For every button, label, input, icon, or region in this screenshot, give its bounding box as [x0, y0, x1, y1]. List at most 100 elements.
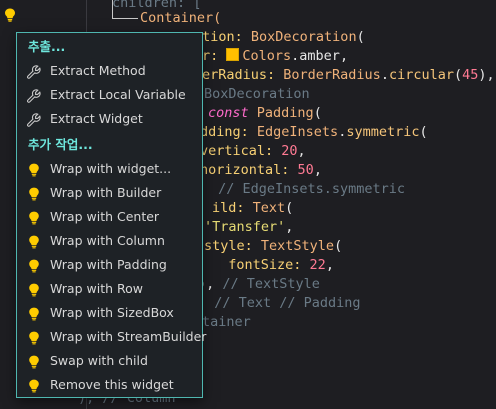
code-token: , — [297, 143, 306, 159]
menu-item[interactable]: Swap with child — [18, 350, 201, 372]
wrench-icon — [26, 88, 41, 103]
code-line: r: Colors.amber, — [202, 47, 348, 66]
menu-item-label: Remove this widget — [50, 377, 174, 392]
code-token: // Text // Padding — [214, 295, 361, 311]
code-token: circular — [388, 67, 454, 83]
menu-item-label: Wrap with Column — [50, 233, 165, 248]
menu-item-label: Extract Method — [50, 63, 146, 78]
code-token: style: — [204, 238, 261, 254]
lightbulb-icon — [27, 306, 41, 321]
code-token: ( — [419, 124, 428, 140]
menu-item-label: Extract Widget — [50, 111, 143, 126]
code-token: Padding — [256, 105, 314, 121]
code-token: dding: — [200, 124, 257, 140]
code-token: ( — [334, 238, 343, 254]
code-token: r: — [202, 48, 227, 64]
code-line: ation: BoxDecoration( — [194, 28, 365, 47]
code-token: const — [208, 105, 257, 121]
code-token: , — [325, 257, 334, 273]
code-token: 22 — [309, 257, 326, 273]
code-line: 'Transfer', — [204, 218, 293, 237]
menu-item[interactable]: Wrap with Padding — [18, 254, 201, 276]
code-token: ( — [285, 200, 294, 216]
menu-item[interactable]: Extract Method — [18, 60, 201, 82]
code-token: .amber, — [291, 48, 349, 64]
menu-item[interactable]: Extract Widget — [18, 108, 201, 130]
code-token: Container( — [140, 10, 222, 26]
code-line: ild: Text( — [212, 199, 293, 218]
code-line: fontSize: 22, — [212, 256, 334, 275]
code-line: const Padding( — [208, 104, 322, 123]
code-token: erRadius: — [202, 67, 284, 83]
menu-item-label: Swap with child — [50, 353, 148, 368]
menu-item[interactable]: Wrap with Center — [18, 206, 201, 228]
code-token: 45 — [462, 67, 479, 83]
code-line: horizontal: 50, — [200, 161, 322, 180]
code-token: ), — [478, 67, 495, 83]
menu-item-label: Extract Local Variable — [50, 87, 186, 102]
code-line: BoxDecoration — [204, 85, 310, 104]
code-line: ), // TextStyle — [198, 275, 320, 294]
code-token: ( — [356, 29, 365, 45]
menu-item[interactable]: Wrap with Builder — [18, 182, 201, 204]
code-token: symmetric — [346, 124, 420, 140]
menu-item[interactable]: Extract Local Variable — [18, 84, 201, 106]
menu-item-label: Wrap with Center — [50, 209, 160, 224]
code-token: 50 — [297, 162, 314, 178]
code-token: // EdgeInsets.symmetric — [210, 181, 406, 197]
code-token: TextStyle — [260, 238, 335, 254]
code-token: fontSize: — [212, 257, 310, 273]
code-line: // EdgeInsets.symmetric — [210, 180, 405, 199]
menu-section-title-extract: 추출... — [28, 39, 66, 54]
lightbulb-icon — [27, 186, 41, 201]
code-token: ild: — [212, 200, 253, 216]
lightbulb-icon — [27, 210, 41, 225]
code-token: 'Transfer' — [204, 219, 286, 235]
menu-item[interactable]: Wrap with widget... — [18, 158, 201, 180]
indent-guide — [112, 18, 138, 19]
menu-item[interactable]: Wrap with StreamBuilder — [18, 326, 206, 348]
code-token: . — [380, 67, 389, 83]
code-token: BorderRadius — [283, 67, 381, 83]
code-line: tainer — [202, 313, 251, 332]
code-token: , — [285, 219, 294, 235]
lightbulb-icon — [27, 234, 41, 249]
code-line: style: TextStyle( — [204, 237, 342, 256]
code-line: dding: EdgeInsets.symmetric( — [200, 123, 428, 142]
code-token: ( — [313, 105, 322, 121]
code-token: BoxDecoration — [204, 86, 310, 102]
menu-item-label: Wrap with StreamBuilder — [50, 329, 207, 344]
code-token: vertical: — [200, 143, 282, 159]
code-token: Colors — [242, 48, 292, 64]
color-swatch[interactable] — [226, 48, 240, 61]
wrench-icon — [26, 112, 41, 127]
lightbulb-icon — [27, 162, 41, 177]
menu-item[interactable]: Wrap with SizedBox — [18, 302, 201, 324]
code-token: , — [313, 162, 322, 178]
code-token: horizontal: — [200, 162, 298, 178]
code-actions-menu: 추출... Extract Method Extract Local Variab… — [16, 32, 206, 398]
code-line: , // Text // Padding — [198, 294, 361, 313]
menu-section-title-more-actions: 추가 작업... — [28, 137, 93, 152]
code-line: erRadius: BorderRadius.circular(45), — [202, 66, 495, 85]
wrench-icon — [26, 64, 41, 79]
menu-item-label: Wrap with Padding — [50, 257, 167, 272]
code-token: // TextStyle — [222, 276, 320, 292]
menu-item-label: Wrap with SizedBox — [50, 305, 174, 320]
code-line: Container( — [140, 9, 221, 28]
menu-item-label: Wrap with Builder — [50, 185, 162, 200]
code-line: vertical: 20, — [200, 142, 306, 161]
menu-item[interactable]: Wrap with Row — [18, 278, 201, 300]
code-token: tainer — [202, 314, 251, 330]
lightbulb-icon — [27, 354, 41, 369]
menu-item-label: Wrap with widget... — [50, 161, 172, 176]
lightbulb-icon — [27, 258, 41, 273]
lightbulb-icon[interactable] — [4, 8, 16, 22]
code-token: Text — [252, 200, 286, 216]
lightbulb-icon — [27, 330, 41, 345]
menu-item[interactable]: Remove this widget — [18, 374, 201, 396]
code-token: EdgeInsets — [256, 124, 339, 140]
menu-item[interactable]: Wrap with Column — [18, 230, 201, 252]
code-token: ( — [454, 67, 463, 83]
code-token: BoxDecoration — [250, 29, 357, 45]
